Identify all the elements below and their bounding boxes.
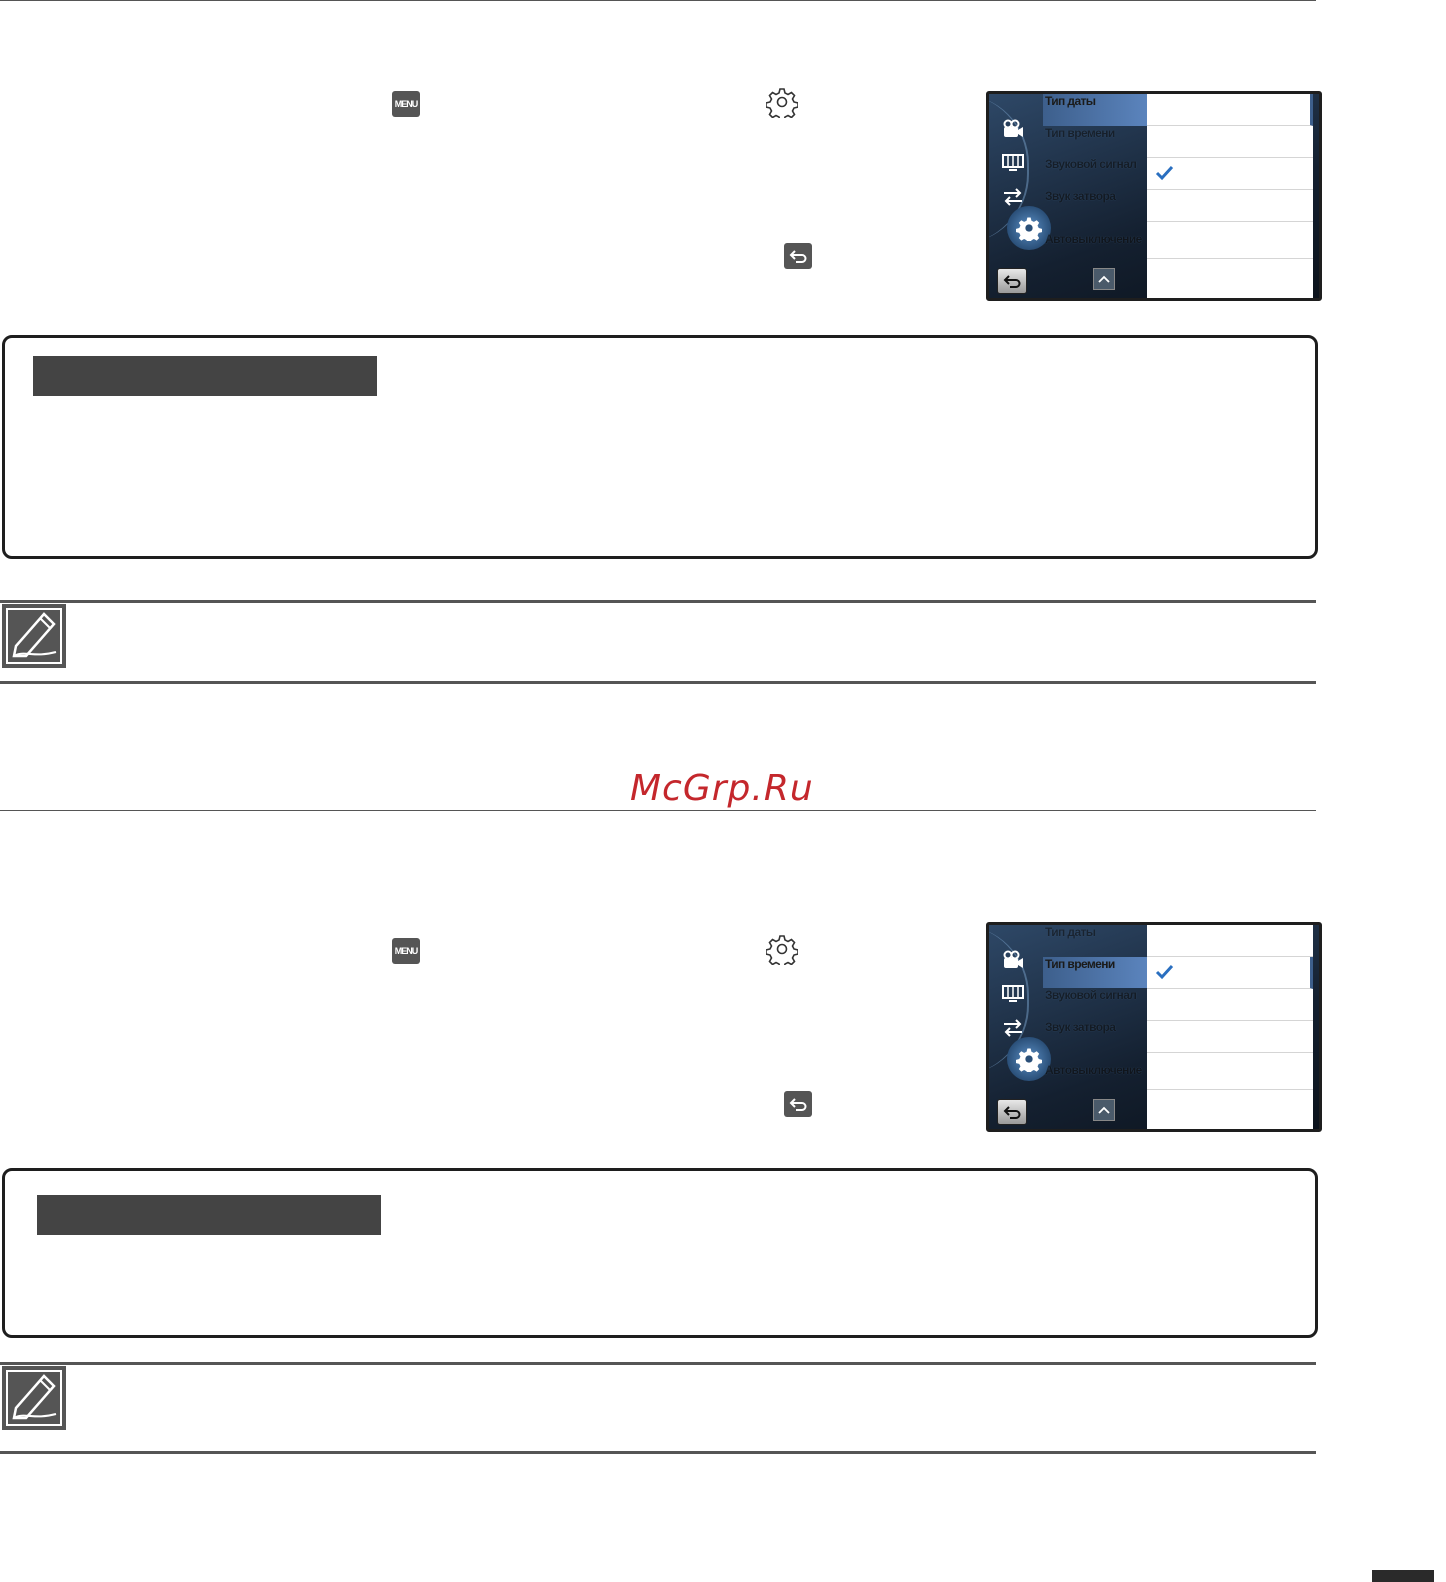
- lcd-screen: Тип даты Тип времени Звуковой сигнал Зву…: [986, 91, 1322, 301]
- option-row[interactable]: [1147, 1053, 1313, 1090]
- note-rule-bottom: [0, 1451, 1316, 1454]
- option-row[interactable]: [1147, 259, 1313, 290]
- menu-item-auto-power-off[interactable]: Автовыключение: [1043, 1051, 1147, 1089]
- screen-back-button[interactable]: [997, 1099, 1027, 1125]
- connection-icon: [1004, 188, 1022, 206]
- box-heading-bar: [37, 1195, 381, 1235]
- menu-item-time-type[interactable]: Тип времени: [1043, 956, 1147, 988]
- connection-icon: [1004, 1019, 1022, 1037]
- back-arrow-icon: [784, 243, 812, 269]
- settings-box: [2, 1168, 1318, 1338]
- option-row[interactable]: [1147, 957, 1313, 989]
- display-icon: [1002, 154, 1024, 171]
- settings-box: [2, 335, 1318, 559]
- options-list: [1147, 925, 1313, 1129]
- note-rule-top: [0, 600, 1316, 603]
- gear-icon: [766, 88, 798, 118]
- checkmark-icon: [1155, 964, 1174, 980]
- menu-item-auto-power-off[interactable]: Автовыключение: [1043, 220, 1147, 258]
- options-list: [1147, 94, 1313, 298]
- option-row[interactable]: [1147, 158, 1313, 190]
- watermark: McGrp.Ru: [630, 768, 814, 809]
- option-row[interactable]: [1147, 126, 1313, 158]
- menu-item-beep[interactable]: Звуковой сигнал: [1043, 988, 1147, 1020]
- scroll-up-button[interactable]: [1093, 1099, 1115, 1121]
- note-rule-top: [0, 1362, 1316, 1365]
- camera-icon: [1003, 950, 1023, 968]
- section-divider: [0, 810, 1316, 811]
- option-row[interactable]: [1147, 989, 1313, 1021]
- menu-key-icon: MENU: [392, 938, 420, 964]
- menu-item-date-type[interactable]: Тип даты: [1043, 94, 1147, 126]
- option-row[interactable]: [1147, 1021, 1313, 1053]
- option-row[interactable]: [1147, 925, 1313, 957]
- menu-item-time-type[interactable]: Тип времени: [1043, 126, 1147, 158]
- menu-item-shutter-sound[interactable]: Звук затвора: [1043, 1020, 1147, 1052]
- menu-item-date-type[interactable]: Тип даты: [1043, 925, 1147, 957]
- top-rule: [0, 0, 1316, 1]
- option-row[interactable]: [1147, 190, 1313, 222]
- option-row[interactable]: [1147, 222, 1313, 259]
- scroll-up-button[interactable]: [1093, 268, 1115, 290]
- box-heading-bar: [33, 356, 377, 396]
- display-icon: [1002, 985, 1024, 1002]
- menu-item-beep[interactable]: Звуковой сигнал: [1043, 157, 1147, 189]
- page-number-tab: [1372, 1570, 1434, 1582]
- screen-back-button[interactable]: [997, 268, 1027, 294]
- note-icon: [2, 604, 66, 668]
- lcd-screen: Тип даты Тип времени Звуковой сигнал Зву…: [986, 922, 1322, 1132]
- gear-icon: [766, 935, 798, 965]
- note-rule-bottom: [0, 681, 1316, 684]
- note-icon: [2, 1366, 66, 1430]
- menu-item-shutter-sound[interactable]: Звук затвора: [1043, 189, 1147, 221]
- checkmark-icon: [1155, 165, 1174, 181]
- menu-key-icon: MENU: [392, 91, 420, 117]
- option-row[interactable]: [1147, 1090, 1313, 1121]
- camera-icon: [1003, 119, 1023, 137]
- option-row[interactable]: [1147, 94, 1313, 126]
- back-arrow-icon: [784, 1091, 812, 1117]
